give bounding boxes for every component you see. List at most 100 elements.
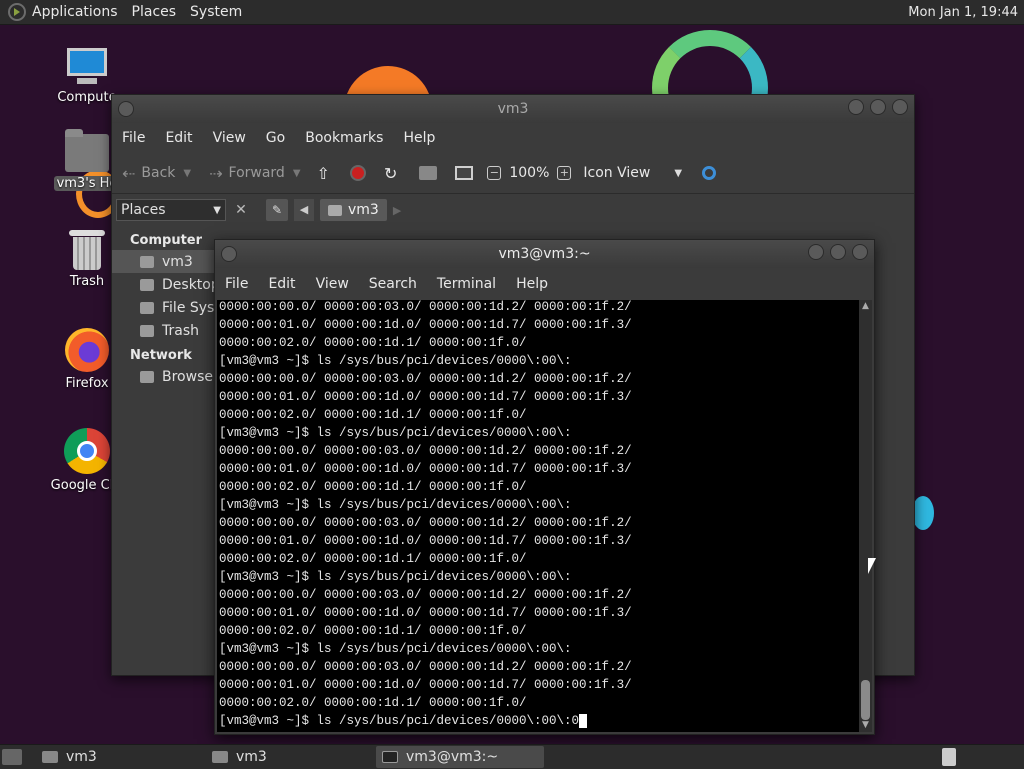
menu-view[interactable]: View [213, 130, 246, 146]
maximize-button[interactable] [830, 244, 846, 260]
taskbar-item-vm3-1[interactable]: vm3 [36, 746, 204, 768]
chrome-icon [64, 428, 110, 474]
menu-terminal[interactable]: Terminal [437, 276, 496, 292]
menu-go[interactable]: Go [266, 130, 285, 146]
file-manager-titlebar[interactable]: vm3 [112, 95, 914, 123]
scrollbar-thumb[interactable] [861, 680, 870, 720]
forward-button[interactable]: ⇢ Forward ▼ [209, 164, 300, 183]
menu-system[interactable]: System [190, 4, 242, 20]
forward-label: Forward [228, 165, 285, 181]
sidebar-pane-select[interactable]: Places ▼ [116, 199, 226, 221]
terminal-icon [382, 751, 398, 763]
desktop-icon-label: Firefox [65, 376, 109, 391]
terminal-line: 0000:00:00.0/ 0000:00:03.0/ 0000:00:1d.2… [219, 516, 632, 530]
view-mode-select[interactable]: Icon View ▼ [583, 165, 682, 181]
terminal-lines: 0000:00:00.0/ 0000:00:03.0/ 0000:00:1d.2… [217, 300, 632, 730]
menu-help[interactable]: Help [516, 276, 548, 292]
terminal-line: [vm3@vm3 ~]$ ls /sys/bus/pci/devices/000… [219, 570, 572, 584]
menu-places[interactable]: Places [132, 4, 177, 20]
file-manager-menubar: File Edit View Go Bookmarks Help [112, 123, 914, 153]
sidebar-item-label: Desktop [162, 276, 220, 293]
back-label: Back [141, 165, 176, 181]
location-edit-icon[interactable]: ✎ [266, 199, 288, 221]
terminal-prompt-line: [vm3@vm3 ~]$ ls /sys/bus/pci/devices/000… [219, 714, 580, 728]
breadcrumb-label: vm3 [348, 202, 379, 218]
breadcrumb-vm3[interactable]: vm3 [320, 199, 387, 221]
menu-help[interactable]: Help [403, 130, 435, 146]
terminal-window[interactable]: vm3@vm3:~ File Edit View Search Terminal… [214, 239, 875, 735]
trash-applet-icon[interactable] [942, 748, 956, 766]
back-button[interactable]: ⇠ Back ▼ [122, 164, 191, 183]
close-button[interactable] [852, 244, 868, 260]
menu-applications[interactable]: Applications [32, 4, 118, 20]
zoom-in-icon: + [557, 166, 572, 180]
menu-edit[interactable]: Edit [165, 130, 192, 146]
minimize-button[interactable] [808, 244, 824, 260]
home-icon [419, 166, 438, 180]
scroll-up-icon[interactable]: ▲ [859, 300, 872, 312]
crumb-left-icon[interactable]: ◀ [294, 199, 314, 221]
terminal-line: [vm3@vm3 ~]$ ls /sys/bus/pci/devices/000… [219, 498, 572, 512]
menu-edit[interactable]: Edit [268, 276, 295, 292]
terminal-line: 0000:00:00.0/ 0000:00:03.0/ 0000:00:1d.2… [219, 372, 632, 386]
reload-button[interactable]: ↻ [384, 164, 403, 183]
terminal-line: [vm3@vm3 ~]$ ls /sys/bus/pci/devices/000… [219, 354, 572, 368]
scroll-down-icon[interactable]: ▼ [859, 720, 872, 732]
terminal-line: 0000:00:01.0/ 0000:00:1d.0/ 0000:00:1d.7… [219, 534, 632, 548]
chevron-down-icon: ▼ [213, 204, 221, 216]
terminal-scrollbar[interactable]: ▲ ▼ [859, 300, 872, 732]
home-button[interactable] [419, 166, 438, 180]
window-title: vm3@vm3:~ [498, 246, 591, 262]
mouse-pointer-icon [868, 558, 876, 574]
terminal-line: 0000:00:02.0/ 0000:00:1d.1/ 0000:00:1f.0… [219, 624, 527, 638]
menu-bookmarks[interactable]: Bookmarks [305, 130, 383, 146]
clock[interactable]: Mon Jan 1, 19:44 [908, 5, 1018, 20]
show-desktop-icon[interactable] [2, 749, 22, 765]
search-button[interactable] [702, 166, 717, 180]
terminal-titlebar[interactable]: vm3@vm3:~ [215, 240, 874, 268]
arrow-right-icon: ⇢ [209, 163, 223, 183]
terminal-line: 0000:00:00.0/ 0000:00:03.0/ 0000:00:1d.2… [219, 660, 632, 674]
zoom-out-button[interactable]: − [487, 166, 502, 180]
up-button[interactable]: ⇧ [317, 164, 336, 183]
drive-icon [140, 301, 154, 314]
view-mode-label: Icon View [583, 165, 651, 181]
chevron-down-icon: ▼ [183, 167, 192, 179]
taskbar-item-vm3-2[interactable]: vm3 [206, 746, 374, 768]
file-manager-toolbar: ⇠ Back ▼ ⇢ Forward ▼ ⇧ ↻ − 100% + Icon V… [112, 153, 914, 194]
desktop-icon-label: Compute [57, 90, 117, 105]
stop-button[interactable] [349, 165, 366, 181]
terminal-cursor [579, 714, 587, 728]
stop-icon [349, 165, 366, 181]
menu-search[interactable]: Search [369, 276, 417, 292]
terminal-output[interactable]: 0000:00:00.0/ 0000:00:03.0/ 0000:00:1d.2… [217, 300, 859, 732]
wallpaper-blue-shape [912, 496, 934, 530]
taskbar-item-label: vm3 [236, 749, 267, 765]
computer-button[interactable] [455, 166, 474, 180]
computer-icon [63, 48, 111, 86]
close-button[interactable] [892, 99, 908, 115]
sidebar-item-label: vm3 [162, 253, 193, 270]
close-sidebar-icon[interactable]: ✕ [232, 202, 250, 218]
home-folder-icon [140, 255, 154, 268]
maximize-button[interactable] [870, 99, 886, 115]
desktop-folder-icon [140, 278, 154, 291]
computer-icon [455, 166, 474, 180]
search-icon [702, 166, 717, 180]
terminal-line: 0000:00:02.0/ 0000:00:1d.1/ 0000:00:1f.0… [219, 480, 527, 494]
taskbar-item-terminal[interactable]: vm3@vm3:~ [376, 746, 544, 768]
home-folder-icon [328, 204, 342, 216]
location-bar: Places ▼ ✕ ✎ ◀ vm3 ▶ [112, 194, 914, 226]
distro-logo-icon[interactable] [8, 3, 26, 21]
trash-icon [69, 230, 105, 270]
menu-file[interactable]: File [225, 276, 248, 292]
terminal-line: 0000:00:02.0/ 0000:00:1d.1/ 0000:00:1f.0… [219, 408, 527, 422]
crumb-right-icon[interactable]: ▶ [393, 204, 401, 217]
menu-file[interactable]: File [122, 130, 145, 146]
terminal-line: [vm3@vm3 ~]$ ls /sys/bus/pci/devices/000… [219, 426, 572, 440]
zoom-level[interactable]: 100% [509, 165, 549, 181]
minimize-button[interactable] [848, 99, 864, 115]
zoom-in-button[interactable]: + [557, 166, 572, 180]
chevron-down-icon: ▼ [674, 167, 683, 179]
menu-view[interactable]: View [316, 276, 349, 292]
